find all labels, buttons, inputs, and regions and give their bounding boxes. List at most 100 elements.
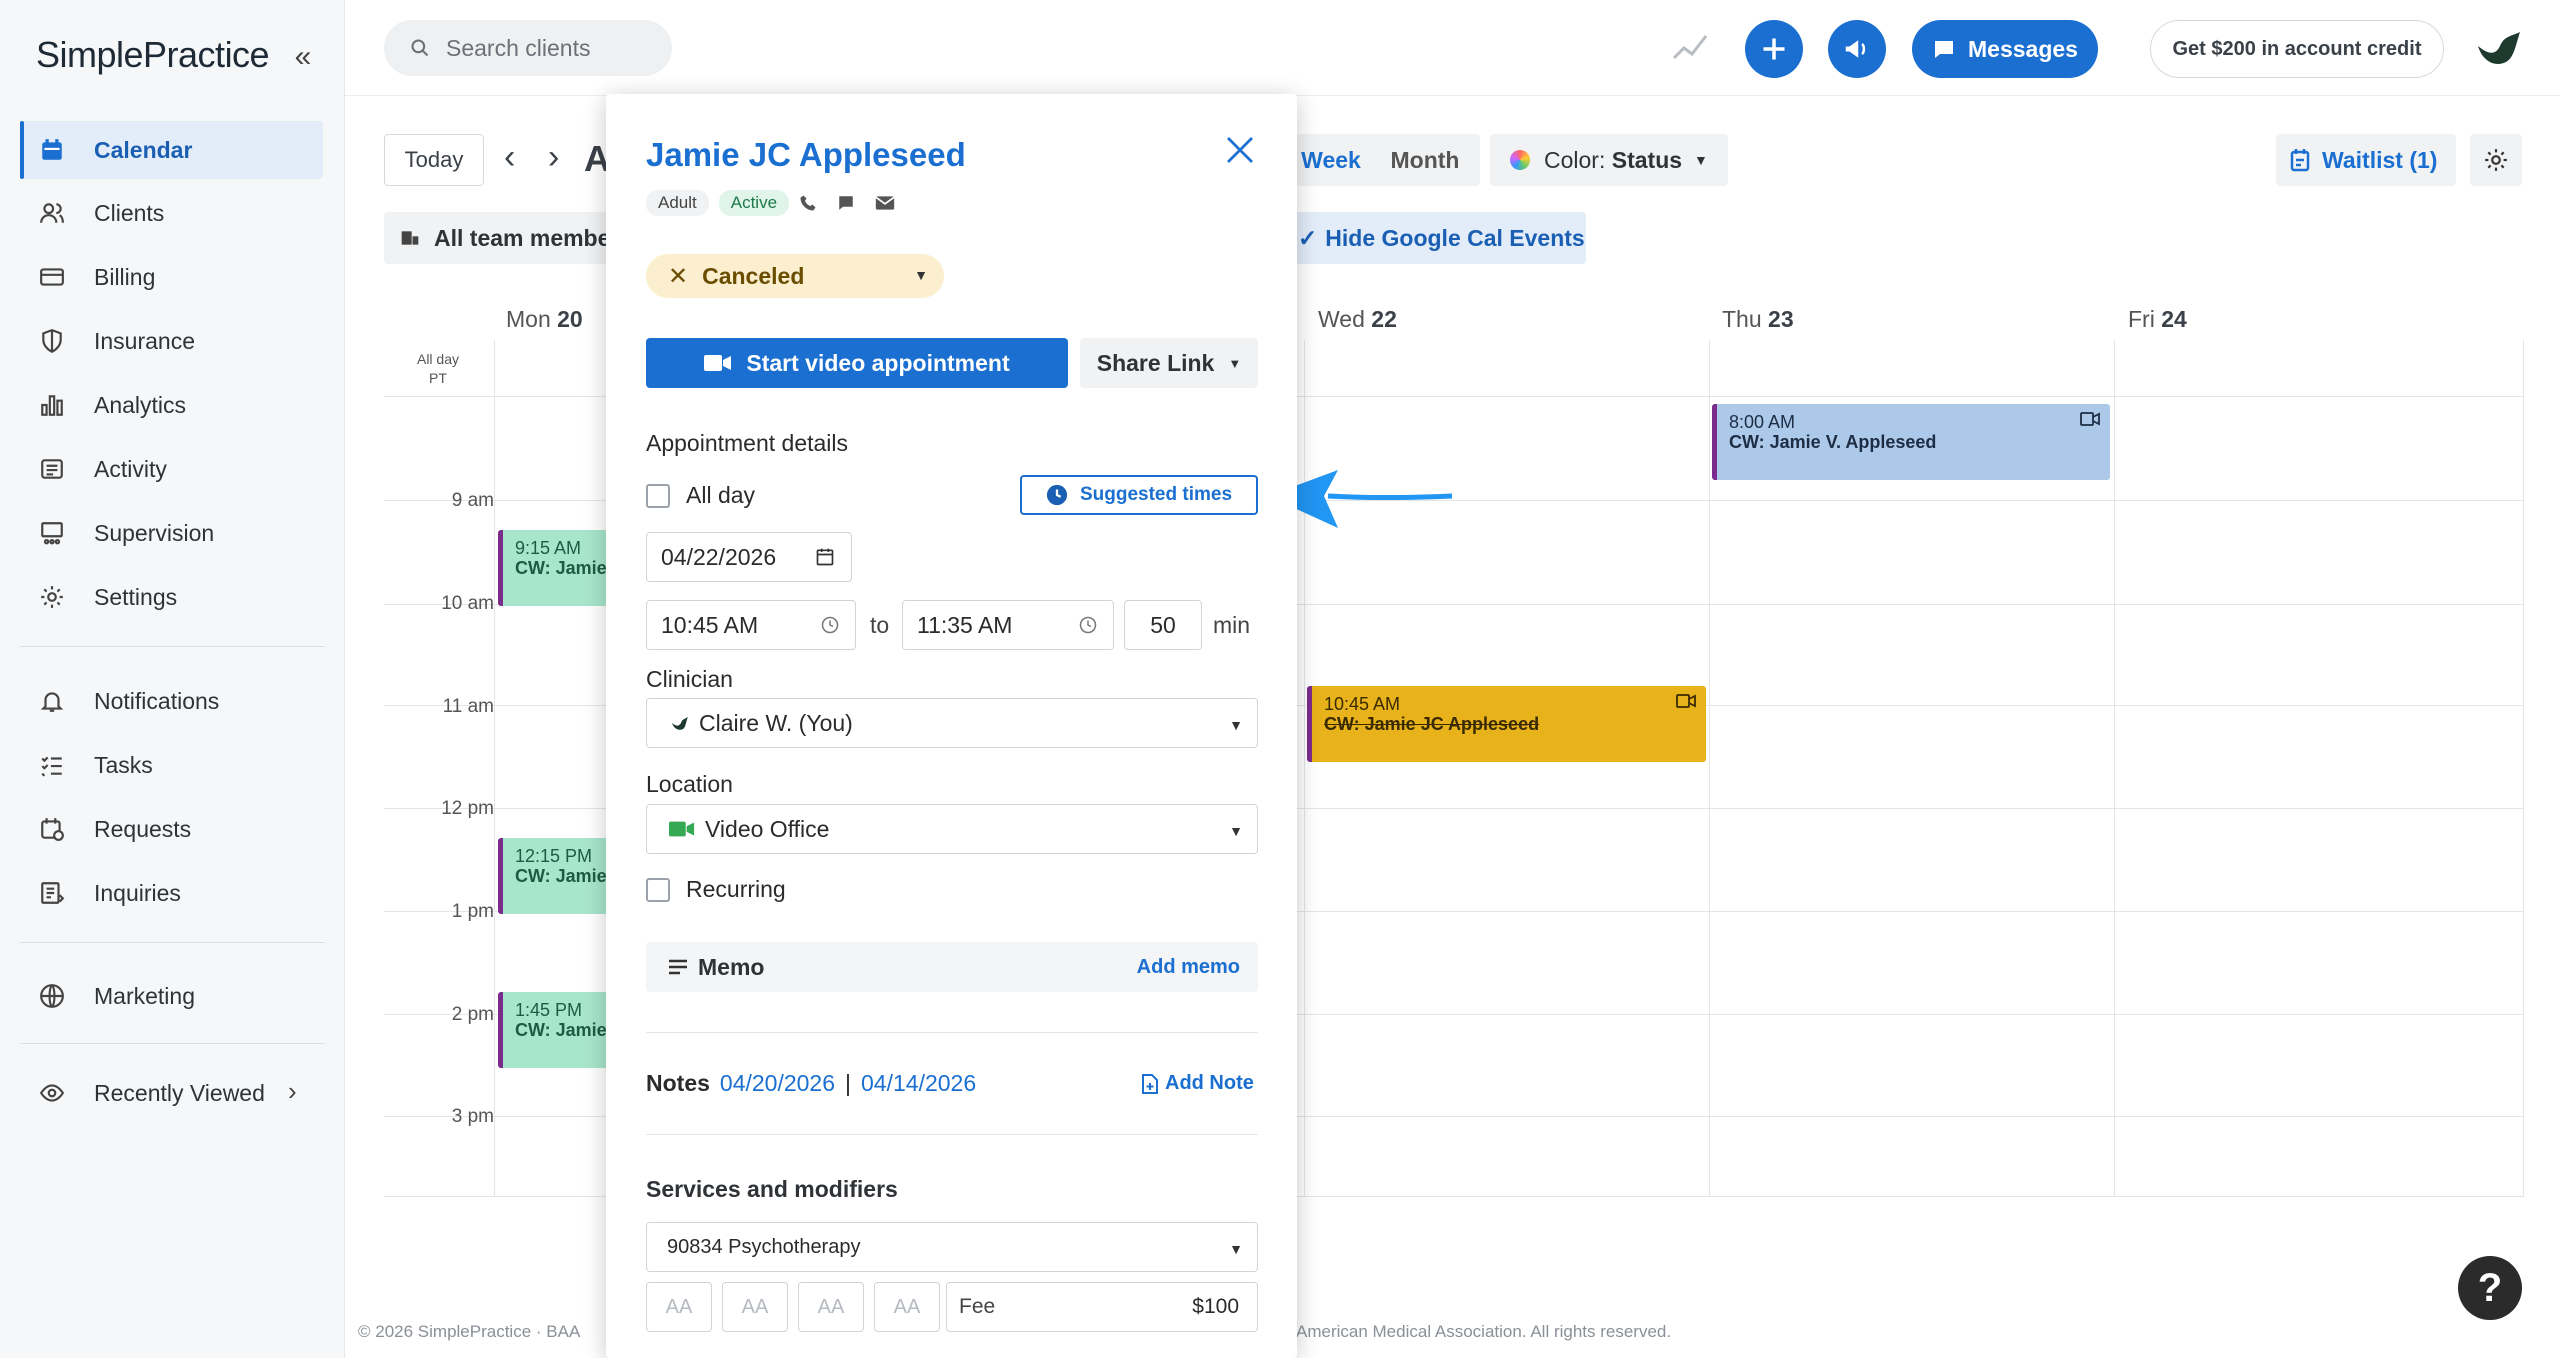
start-video-button[interactable]: Start video appointment — [646, 338, 1068, 388]
email-icon[interactable] — [875, 195, 895, 211]
color-status-dropdown[interactable]: Color: Status ▼ — [1490, 134, 1728, 186]
minutes-label: min — [1213, 612, 1251, 638]
day-header-mon[interactable]: Mon 20 — [506, 306, 583, 333]
waitlist-button[interactable]: Waitlist (1) — [2276, 134, 2456, 186]
hide-google-cal-button[interactable]: ✓ Hide Google Cal Events — [1268, 212, 1586, 264]
sidebar-item-recently-viewed[interactable]: Recently Viewed › — [20, 1064, 323, 1122]
suggested-times-button[interactable]: Suggested times — [1020, 475, 1258, 515]
modifier-input[interactable]: AA — [874, 1282, 940, 1332]
sidebar-item-billing[interactable]: Billing — [20, 248, 323, 306]
modifier-input[interactable]: AA — [798, 1282, 864, 1332]
services-label: Services and modifiers — [646, 1176, 898, 1202]
check-icon: ✓ — [1298, 224, 1318, 251]
recurring-checkbox[interactable] — [646, 877, 670, 902]
add-memo-link[interactable]: Add memo — [1137, 956, 1240, 979]
sidebar-item-clients[interactable]: Clients — [20, 184, 323, 242]
event-title: CW: Jamie — [515, 558, 607, 578]
day-header-fri[interactable]: Fri 24 — [2128, 306, 2187, 333]
all-day-checkbox-row[interactable]: All day — [646, 482, 755, 509]
calendar-event[interactable]: 12:15 PM CW: Jamie — [498, 838, 608, 914]
sidebar-item-marketing[interactable]: Marketing — [20, 967, 323, 1025]
status-dropdown[interactable]: ✕ Canceled ▼ — [646, 254, 944, 298]
clinician-label: Clinician — [646, 666, 733, 692]
end-time-input[interactable]: 11:35 AM — [902, 600, 1114, 650]
sidebar-item-settings[interactable]: Settings — [20, 568, 323, 626]
collapse-sidebar-icon[interactable]: « — [286, 40, 320, 74]
all-day-label: All day PT — [384, 350, 492, 388]
tab-month[interactable]: Month — [1380, 140, 1470, 180]
event-title: CW: Jamie V. Appleseed — [1729, 432, 1937, 452]
recurring-checkbox-row[interactable]: Recurring — [646, 876, 786, 903]
day-name: Wed — [1318, 306, 1365, 332]
day-header-thu[interactable]: Thu 23 — [1722, 306, 1794, 333]
sidebar-item-tasks[interactable]: Tasks — [20, 736, 323, 794]
day-header-wed[interactable]: Wed 22 — [1318, 306, 1397, 333]
start-time-input[interactable]: 10:45 AM — [646, 600, 856, 650]
add-note-icon — [1141, 1073, 1159, 1094]
next-week-icon[interactable]: › — [548, 138, 559, 177]
chat-icon[interactable] — [837, 194, 855, 212]
event-time: 12:15 PM — [515, 846, 593, 866]
video-camera-icon — [704, 354, 732, 372]
close-icon[interactable] — [1224, 134, 1256, 166]
event-title: CW: Jamie — [515, 1020, 607, 1040]
clock-icon — [1079, 616, 1097, 634]
fee-label: Fee — [959, 1295, 996, 1318]
messages-label: Messages — [1968, 35, 2078, 62]
day-name: Thu — [1722, 306, 1762, 332]
duration-input[interactable]: 50 — [1124, 600, 1202, 650]
messages-button[interactable]: Messages — [1912, 20, 2098, 78]
calendar-settings-button[interactable] — [2470, 134, 2522, 186]
note-link[interactable]: 04/14/2026 — [861, 1070, 976, 1097]
calendar-event[interactable]: 9:15 AM CW: Jamie — [498, 530, 608, 606]
caret-down-icon: ▼ — [1694, 152, 1708, 168]
bar-chart-icon — [36, 389, 68, 421]
trend-icon[interactable] — [1672, 32, 1708, 62]
service-value: 90834 Psychotherapy — [667, 1235, 861, 1258]
location-select[interactable]: Video Office ▼ — [646, 804, 1258, 854]
modifier-input[interactable]: AA — [646, 1282, 712, 1332]
sidebar-item-supervision[interactable]: Supervision — [20, 504, 323, 562]
sidebar-item-activity[interactable]: Activity — [20, 440, 323, 498]
activity-icon — [36, 453, 68, 485]
date-input[interactable]: 04/22/2026 — [646, 532, 852, 582]
user-avatar-icon[interactable] — [2470, 20, 2524, 74]
x-icon: ✕ — [668, 262, 689, 290]
sidebar-item-label: Tasks — [94, 751, 153, 778]
sidebar-item-insurance[interactable]: Insurance — [20, 312, 323, 370]
clinician-select[interactable]: Claire W. (You) ▼ — [646, 698, 1258, 748]
modifier-input[interactable]: AA — [722, 1282, 788, 1332]
sidebar-item-notifications[interactable]: Notifications — [20, 672, 323, 730]
add-note-button[interactable]: Add Note — [1141, 1072, 1254, 1095]
phone-icon[interactable] — [799, 194, 817, 212]
tab-week[interactable]: Week — [1296, 140, 1366, 180]
service-select[interactable]: 90834 Psychotherapy ▼ — [646, 1222, 1258, 1272]
prev-week-icon[interactable]: ‹ — [504, 138, 515, 177]
calendar-event[interactable]: 1:45 PM CW: Jamie — [498, 992, 608, 1068]
event-time: 9:15 AM — [515, 538, 582, 558]
client-name-link[interactable]: Jamie JC Appleseed — [646, 136, 966, 174]
calendar-event-canceled[interactable]: 10:45 AM CW: Jamie JC Appleseed — [1307, 686, 1706, 762]
sidebar-item-calendar[interactable]: Calendar — [20, 121, 323, 179]
grid-col-line — [1709, 340, 1710, 1196]
sidebar-item-inquiries[interactable]: Inquiries — [20, 864, 323, 922]
sidebar-item-label: Marketing — [94, 982, 195, 1009]
share-link-button[interactable]: Share Link ▼ — [1080, 338, 1258, 388]
help-button[interactable]: ? — [2458, 1256, 2522, 1320]
time-label: 12 pm — [441, 798, 494, 819]
app-logo[interactable]: SimplePractice — [36, 34, 270, 76]
calendar-event[interactable]: 8:00 AM CW: Jamie V. Appleseed — [1712, 404, 2110, 480]
sidebar-item-requests[interactable]: Requests — [20, 800, 323, 858]
sidebar-item-label: Inquiries — [94, 879, 181, 906]
today-button[interactable]: Today — [384, 134, 484, 186]
sidebar-item-analytics[interactable]: Analytics — [20, 376, 323, 434]
team-filter-button[interactable]: All team membe — [384, 212, 644, 264]
announcements-button[interactable] — [1828, 20, 1886, 78]
note-link[interactable]: 04/20/2026 — [720, 1070, 835, 1097]
search-input[interactable]: Search clients — [384, 20, 672, 76]
all-day-checkbox[interactable] — [646, 483, 670, 508]
add-button[interactable] — [1745, 20, 1803, 78]
fee-input[interactable]: Fee $100 — [946, 1282, 1258, 1332]
sidebar-item-label: Calendar — [94, 136, 193, 163]
account-credit-button[interactable]: Get $200 in account credit — [2150, 20, 2444, 78]
